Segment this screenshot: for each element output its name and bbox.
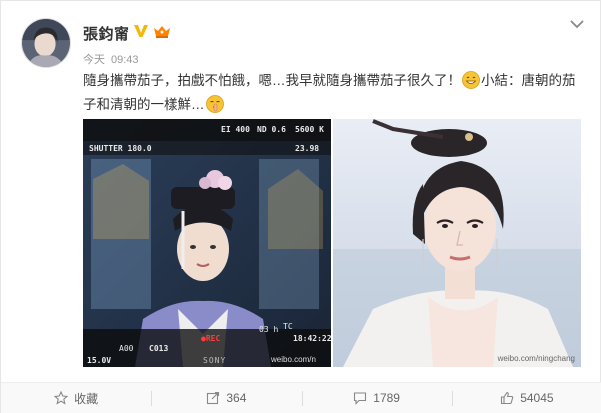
repost-icon (207, 391, 220, 405)
repost-count: 364 (226, 391, 247, 405)
vip-member-icon[interactable] (152, 24, 172, 39)
post-timestamp[interactable]: 今天 09:43 (83, 51, 139, 67)
comment-count: 1789 (373, 391, 400, 405)
overlay-battery: 15.0V (87, 356, 112, 365)
overlay-wb: 5600 K (295, 125, 324, 134)
shush-emoji-icon (205, 95, 224, 113)
favorite-button[interactable]: 收藏 (1, 383, 151, 413)
thumbs-up-icon (501, 391, 514, 405)
camera-overlay: EI 400 ND 0.6 5600 K SHUTTER 180.0 23.98… (83, 119, 331, 367)
like-button[interactable]: 54045 (451, 383, 601, 413)
overlay-iso: EI 400 (221, 125, 250, 134)
author-avatar[interactable] (21, 18, 71, 68)
comment-button[interactable]: 1789 (301, 383, 452, 413)
overlay-shutter: SHUTTER 180.0 (89, 144, 152, 153)
star-icon (54, 391, 69, 405)
overlay-elapsed: 03 h (259, 325, 279, 334)
overlay-timecode: 18:42:22 (293, 334, 331, 343)
time-label: 今天 (83, 54, 105, 66)
overlay-brand: SONY (203, 356, 227, 365)
image-watermark-1: weibo.com/n (271, 355, 316, 364)
comment-icon (354, 392, 367, 405)
overlay-rec: ●REC (201, 334, 221, 343)
repost-button[interactable]: 364 (151, 383, 301, 413)
overlay-clip: C013 (149, 344, 169, 353)
verified-v-icon (134, 25, 148, 37)
image-watermark-2: weibo.com/ningchang (497, 354, 575, 363)
post-text-part1: 隨身攜帶茄子，拍戲不怕餓，嗯…我早就隨身攜帶茄子很久了！ (83, 73, 461, 88)
overlay-rec-label: REC (205, 334, 221, 343)
like-count: 54045 (520, 391, 554, 405)
chevron-down-icon[interactable] (570, 19, 584, 29)
favorite-label: 收藏 (74, 391, 99, 406)
weibo-post-card: 張鈞甯 今天 09:43 隨身攜帶茄子，拍戲不怕餓，嗯…我早就隨身攜帶茄子很久了！… (0, 0, 601, 413)
post-image-1[interactable]: EI 400 ND 0.6 5600 K SHUTTER 180.0 23.98… (83, 119, 331, 367)
time-value: 09:43 (111, 54, 139, 66)
overlay-acode: A00 (119, 344, 134, 353)
overlay-tc-label: TC (283, 322, 293, 331)
author-name[interactable]: 張鈞甯 (83, 23, 130, 44)
post-text: 隨身攜帶茄子，拍戲不怕餓，嗯…我早就隨身攜帶茄子很久了！ 小結：唐朝的茄子和清朝… (83, 69, 588, 117)
post-image-2[interactable]: weibo.com/ningchang (333, 119, 581, 367)
grin-emoji-icon (462, 71, 480, 89)
overlay-nd: ND 0.6 (257, 125, 286, 134)
overlay-fps: 23.98 (295, 144, 320, 153)
action-bar: 收藏 364 1789 54045 (1, 382, 601, 413)
